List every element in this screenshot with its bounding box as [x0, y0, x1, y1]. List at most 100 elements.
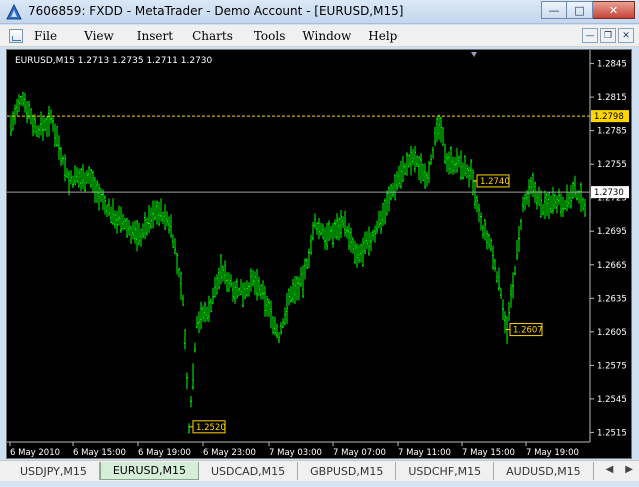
ohlc-bar — [532, 172, 534, 198]
ohlc-bar — [438, 114, 440, 140]
tab-gbpusd-m15[interactable]: GBPUSD,M15 — [298, 462, 397, 480]
ohlc-bar — [368, 226, 370, 256]
minimize-icon: — — [548, 3, 560, 17]
ohlc-bar — [522, 196, 524, 213]
ohlc-bar — [376, 220, 378, 234]
ohlc-bar — [562, 196, 564, 218]
ohlc-bar — [136, 219, 138, 252]
ohlc-bar — [254, 271, 256, 296]
ohlc-bar — [242, 282, 244, 307]
ohlc-bar — [414, 145, 416, 173]
ohlc-bar — [84, 172, 86, 192]
ohlc-bar — [122, 213, 124, 231]
mdi-close-button[interactable]: ✕ — [618, 28, 634, 43]
tab-usdchf-m15[interactable]: USDCHF,M15 — [396, 462, 495, 480]
ohlc-bar — [538, 186, 540, 206]
close-button[interactable]: ✕ — [593, 1, 635, 19]
price-label: 1.2755 — [597, 160, 627, 170]
ohlc-bar — [542, 203, 544, 216]
ohlc-bar — [444, 143, 446, 164]
ohlc-bar — [144, 211, 146, 240]
ohlc-bar — [434, 126, 436, 146]
menu-charts[interactable]: Charts — [192, 29, 233, 43]
ohlc-bar — [62, 155, 64, 165]
ohlc-bar — [372, 229, 374, 241]
ohlc-bar — [492, 245, 494, 270]
ohlc-bar — [328, 220, 330, 242]
tab-audusd-m15[interactable]: AUDUSD,M15 — [494, 462, 594, 480]
ohlc-bar — [332, 222, 334, 248]
tab-scroll-right-icon[interactable]: ▶ — [625, 464, 633, 475]
ohlc-bar — [262, 280, 264, 300]
mdi-restore-button[interactable]: ❐ — [600, 28, 616, 43]
ohlc-bar — [12, 111, 14, 131]
ohlc-bar — [484, 219, 486, 241]
level-price-label: 1.2798 — [594, 112, 624, 122]
minimize-button[interactable]: — — [541, 1, 567, 19]
ohlc-bar — [498, 267, 500, 291]
menu-tools[interactable]: Tools — [254, 29, 286, 43]
tab-scroll-left-icon[interactable]: ◀ — [606, 464, 614, 475]
ohlc-bar — [330, 225, 332, 240]
ohlc-bar — [448, 151, 450, 175]
ohlc-bar — [160, 198, 162, 222]
ohlc-bar — [378, 210, 380, 228]
ohlc-bar — [394, 174, 396, 201]
ohlc-bar — [72, 175, 74, 188]
ohlc-bar — [128, 220, 130, 236]
menu-insert[interactable]: Insert — [137, 29, 173, 43]
ohlc-bar — [202, 305, 204, 322]
ohlc-bar — [18, 94, 20, 112]
menu-file[interactable]: File — [34, 29, 57, 43]
maximize-button[interactable]: □ — [567, 1, 593, 19]
ohlc-bar — [66, 168, 68, 178]
ohlc-bar — [458, 155, 460, 168]
menu-help[interactable]: Help — [368, 29, 397, 43]
ohlc-bar — [386, 190, 388, 216]
ohlc-bar — [462, 162, 464, 180]
ohlc-bar — [294, 276, 296, 305]
ohlc-bar — [234, 281, 236, 304]
ohlc-bar — [536, 190, 538, 210]
price-marker-label: 1.2520 — [196, 423, 226, 433]
ohlc-bar — [132, 221, 134, 240]
ohlc-bar — [278, 332, 280, 344]
shift-marker-icon[interactable] — [471, 52, 477, 57]
chart-canvas[interactable]: EURUSD,M15 1.2713 1.2735 1.2711 1.2730 1… — [7, 50, 633, 460]
tab-eurusd-m15[interactable]: EURUSD,M15 — [99, 462, 199, 480]
window-title: 7606859: FXDD - MetaTrader - Demo Accoun… — [28, 4, 404, 18]
ohlc-bar — [256, 268, 258, 301]
ohlc-bar — [64, 154, 66, 182]
ohlc-bar — [220, 254, 222, 285]
ohlc-bar — [312, 221, 314, 241]
ohlc-bar — [36, 125, 38, 138]
ohlc-bar — [168, 216, 170, 234]
ohlc-bar — [440, 116, 442, 143]
ohlc-bar — [520, 219, 522, 231]
ohlc-bar — [496, 271, 498, 283]
ohlc-bar — [340, 210, 342, 239]
tab-usdjpy-m15[interactable]: USDJPY,M15 — [8, 462, 100, 480]
menu-view[interactable]: View — [84, 29, 114, 43]
ohlc-bar — [502, 299, 504, 320]
ohlc-bar — [194, 342, 196, 353]
ohlc-bar — [10, 115, 12, 136]
ohlc-bar — [16, 98, 18, 116]
chart-document-icon[interactable] — [9, 29, 23, 43]
menu-window[interactable]: Window — [302, 29, 351, 43]
ohlc-bar — [454, 156, 456, 174]
ohlc-bar — [86, 170, 88, 184]
ohlc-bar — [324, 227, 326, 250]
ohlc-bar — [500, 287, 502, 299]
price-marker-label: 1.2607 — [513, 326, 543, 336]
tab-usdcad-m15[interactable]: USDCAD,M15 — [199, 462, 299, 480]
ohlc-bar — [362, 237, 364, 267]
ohlc-bar — [58, 135, 60, 160]
ohlc-bar — [268, 298, 270, 317]
title-bar: 7606859: FXDD - MetaTrader - Demo Accoun… — [0, 0, 639, 24]
mdi-minimize-button[interactable]: — — [582, 28, 598, 43]
price-chart[interactable]: EURUSD,M15 1.2713 1.2735 1.2711 1.2730 1… — [6, 49, 632, 459]
ohlc-bar — [78, 168, 80, 188]
ohlc-bar — [554, 193, 556, 210]
ohlc-bar — [146, 217, 148, 236]
